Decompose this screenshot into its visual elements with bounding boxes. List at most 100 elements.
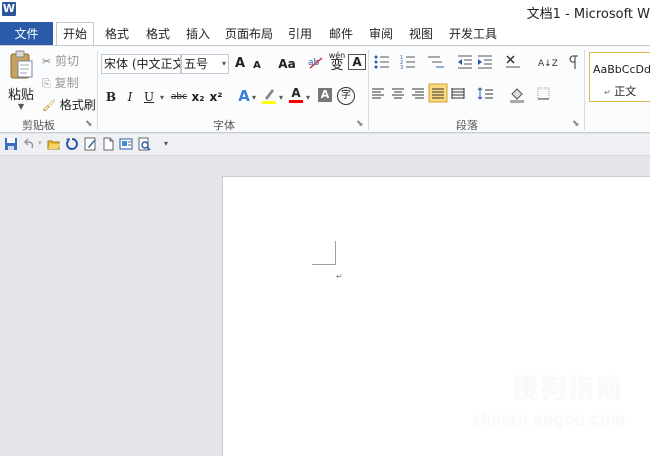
text-effects-button[interactable]: A [236,87,252,105]
print-layout-icon[interactable] [119,137,133,151]
tab-insert[interactable]: 插入 [184,22,212,46]
shrink-font-button[interactable]: A [250,57,264,75]
sort-button[interactable]: A↓Z [538,59,558,69]
tab-format-2[interactable]: 格式 [144,22,172,46]
align-center-icon[interactable] [392,88,404,99]
customize-toolbar-icon[interactable]: ▾ [164,139,168,148]
save-icon[interactable] [4,137,18,151]
highlight-dropdown-icon[interactable]: ▾ [279,93,283,102]
decrease-indent-icon[interactable] [458,55,472,69]
title-bar: W 文档1 - Microsoft W [0,0,650,22]
align-right-icon[interactable] [412,88,424,99]
group-separator [584,50,585,130]
tab-page-layout[interactable]: 页面布局 [224,22,274,46]
line-spacing-icon[interactable] [477,87,493,100]
chinese-layout-icon[interactable] [506,55,520,68]
open-folder-icon[interactable] [47,137,61,151]
format-painter-label: 格式刷 [59,98,96,112]
clear-format-icon: ab [308,57,323,69]
margin-corner-mark [335,241,336,265]
watermark-url: zhinan.sogou.com [472,410,626,429]
chevron-down-icon: ▾ [221,59,226,68]
paragraph-tools: 123 A↓Z [372,55,578,103]
undo-dropdown-icon[interactable]: ▾ [38,139,42,147]
tab-references[interactable]: 引用 [286,22,314,46]
tab-review[interactable]: 审阅 [367,22,395,46]
tab-file[interactable]: 文件 [0,22,53,46]
char-border-button[interactable]: A [348,54,366,70]
paragraph-launcher-icon[interactable]: ⬊ [572,119,580,129]
tab-mailings[interactable]: 邮件 [327,22,355,46]
clear-format-button[interactable]: ab [307,54,325,72]
font-color-dropdown-icon[interactable]: ▾ [306,93,310,102]
watermark-brand: 搜狗指南 [512,374,625,403]
tab-developer[interactable]: 开发工具 [448,22,498,46]
ribbon: 粘贴 ▼ ✂ 剪切 ⎘ 复制 🖌 格式刷 剪贴板 ⬊ 宋体 (中文正文 五号 ▾… [0,45,650,133]
ribbon-tabs: 文件 开始 格式 格式 插入 页面布局 引用 邮件 审阅 视图 开发工具 [0,22,650,46]
cut-button[interactable]: ✂ 剪切 [42,52,79,69]
paste-dropdown-icon[interactable]: ▼ [18,102,24,111]
shading-bucket-icon[interactable] [510,88,524,103]
char-shading-button[interactable]: A [318,88,332,102]
numbering-icon[interactable]: 123 [400,55,415,71]
format-painter-button[interactable]: 🖌 格式刷 [42,96,96,113]
para-mark-icon: ↵ [604,88,611,97]
phonetic-char-icon: 变 [330,58,344,73]
effects-dropdown-icon[interactable]: ▾ [252,93,256,102]
change-case-button[interactable]: Aa [275,55,299,73]
tab-format-1[interactable]: 格式 [103,22,131,46]
subscript-button[interactable]: x₂ [190,88,206,106]
font-name-select[interactable]: 宋体 (中文正文 [101,54,181,74]
margin-corner-mark [312,264,336,265]
undo-icon[interactable] [22,137,36,151]
enclose-char-button[interactable]: 字 [337,87,355,105]
underline-button[interactable]: U [142,88,156,106]
tab-home[interactable]: 开始 [56,22,94,46]
font-size-select[interactable]: 五号 ▾ [181,54,229,74]
borders-icon[interactable] [537,87,550,100]
superscript-button[interactable]: x² [208,88,224,106]
strikethrough-button[interactable]: abc [170,88,188,106]
multilevel-list-icon[interactable] [428,56,444,68]
window-title: 文档1 - Microsoft W [526,7,650,22]
svg-text:ab: ab [308,58,320,68]
phonetic-guide-button[interactable]: wén 变 [328,52,346,73]
style-name: ↵ 正文 [604,83,636,99]
edit-document-icon[interactable] [83,137,97,151]
align-left-icon[interactable] [372,88,384,99]
redo-icon[interactable] [65,137,79,151]
new-document-icon[interactable] [101,137,115,151]
distributed-icon[interactable] [451,88,465,99]
font-launcher-icon[interactable]: ⬊ [356,119,364,129]
font-name-value: 宋体 (中文正文 [104,57,181,71]
paste-button[interactable]: 粘贴 ▼ [6,50,36,120]
increase-indent-icon[interactable] [478,55,492,69]
show-marks-icon[interactable] [569,55,578,69]
quick-access-toolbar: ▾ ▾ [0,134,650,156]
clipboard-group-label: 剪贴板 [22,119,55,132]
italic-button[interactable]: I [124,88,136,106]
tab-view[interactable]: 视图 [407,22,435,46]
highlight-button[interactable] [261,86,277,104]
underline-dropdown-icon[interactable]: ▾ [160,93,164,102]
cut-label: 剪切 [55,54,80,68]
style-normal-tile[interactable]: AaBbCcDdI ↵ 正文 [589,52,650,102]
font-size-value: 五号 [184,57,209,71]
highlighter-icon [262,89,276,104]
print-preview-icon[interactable] [137,137,151,151]
font-group-label: 字体 [213,119,235,132]
watermark-logo-icon [472,365,506,399]
brush-icon: 🖌 [42,99,56,112]
clipboard-launcher-icon[interactable]: ⬊ [85,119,93,129]
copy-button[interactable]: ⎘ 复制 [42,74,79,91]
group-separator [97,50,98,130]
bullets-icon[interactable] [374,55,390,69]
paste-icon [10,50,33,79]
svg-text:3: 3 [400,65,403,71]
style-name-label: 正文 [614,85,637,98]
bold-button[interactable]: B [104,88,118,106]
paragraph-group-label: 段落 [456,119,478,132]
word-logo-icon[interactable]: W [2,2,16,16]
grow-font-button[interactable]: A [232,55,248,73]
font-color-button[interactable]: A [289,86,303,103]
